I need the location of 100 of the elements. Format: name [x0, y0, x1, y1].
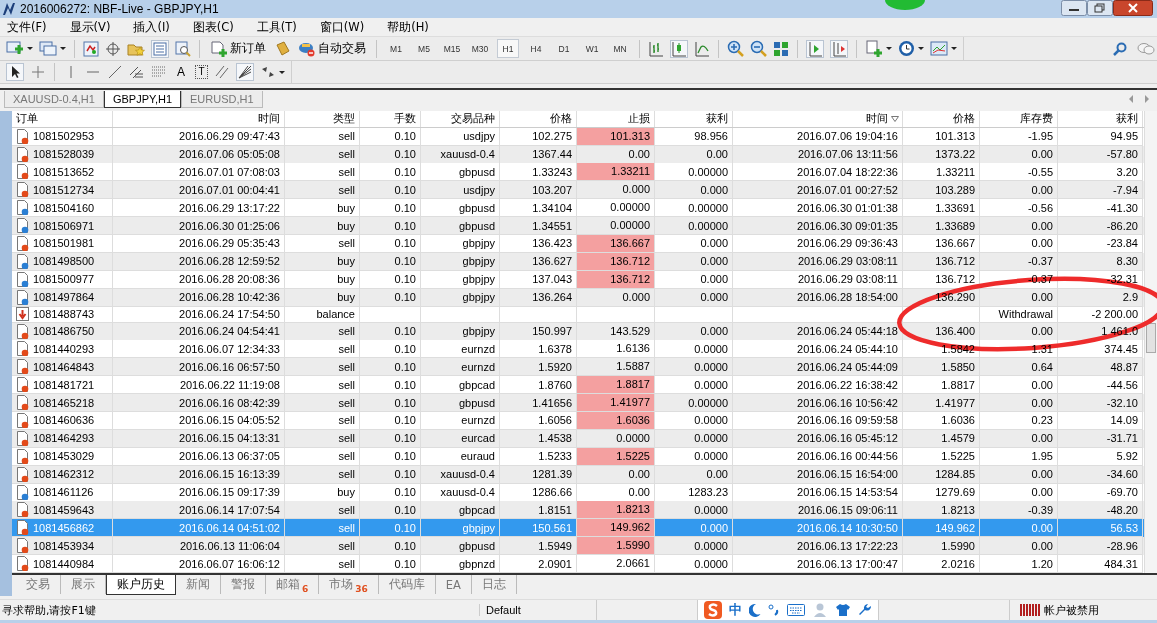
- timeframe-button[interactable]: M30: [469, 39, 491, 58]
- scroll-left-icon[interactable]: [1127, 94, 1135, 104]
- minimize-button[interactable]: [1061, 0, 1087, 16]
- caret-icon[interactable]: [27, 47, 33, 50]
- menu-item[interactable]: 插入(I): [130, 19, 178, 35]
- cursor-icon[interactable]: [6, 63, 24, 81]
- terminal-tab[interactable]: 警报: [221, 575, 266, 594]
- menu-item[interactable]: 图表(C): [189, 19, 242, 35]
- connection-status: 帐户被禁用: [1044, 602, 1099, 618]
- table-row[interactable]: 1081459643 2016.06.14 17:07:54 sell 0.10 gbpcad 1.8151 1.8213 0.0000 2016.06.15 09:06:11 1.8213 -0.39 -48.20: [12, 501, 1144, 520]
- equidistant-lines-icon[interactable]: [129, 64, 145, 80]
- terminal-tab[interactable]: EA: [435, 575, 472, 594]
- clock-icon[interactable]: [898, 40, 915, 57]
- column-header[interactable]: 价格: [500, 111, 577, 127]
- search-icon[interactable]: [1113, 41, 1127, 56]
- text-label-tool[interactable]: T: [195, 65, 208, 79]
- tag-icon[interactable]: [274, 40, 290, 57]
- candlestick-icon[interactable]: [670, 39, 688, 58]
- column-header[interactable]: 时间: [113, 111, 285, 127]
- timeframe-button[interactable]: M15: [441, 39, 463, 58]
- menu-item[interactable]: 帮助(H): [384, 19, 437, 35]
- table-row[interactable]: 1081453934 2016.06.13 11:06:04 sell 0.10 gbpusd 1.5949 1.5990 0.0000 2016.06.13 17:22:23 1.5990 0.00 -28.96: [12, 537, 1144, 556]
- table-row[interactable]: 1081456862 2016.06.14 04:51:02 sell 0.10 gbpjpy 150.561 149.962 0.000 2016.06.14 10:30:50 149.962 0.00 56.53: [12, 519, 1144, 538]
- menu-item[interactable]: 工具(T): [253, 19, 305, 35]
- timeframe-button[interactable]: D1: [553, 39, 575, 58]
- menu-item[interactable]: 文件(F): [4, 19, 55, 35]
- table-cell: 136.627: [532, 255, 572, 268]
- auto-trading-button[interactable]: 自动交易: [296, 38, 368, 59]
- terminal-tab[interactable]: 日志: [471, 575, 517, 594]
- chart-tab[interactable]: XAUUSD-0.4,H1: [4, 91, 104, 108]
- scrollbar[interactable]: [1144, 111, 1157, 573]
- magnifier-icon[interactable]: [175, 40, 191, 57]
- column-header[interactable]: 获利: [655, 111, 733, 127]
- column-header[interactable]: 订单: [12, 111, 113, 127]
- table-cell: gbpusd: [458, 396, 495, 409]
- market-watch-icon[interactable]: [83, 40, 99, 57]
- timeframe-button[interactable]: M5: [413, 39, 435, 58]
- column-header[interactable]: 止损: [577, 111, 655, 127]
- column-header[interactable]: 时间: [733, 111, 903, 127]
- zoom-in-icon[interactable]: [727, 40, 744, 57]
- punctuation-icon[interactable]: [768, 603, 780, 617]
- shirt-icon[interactable]: [835, 603, 851, 617]
- timeframe-button[interactable]: W1: [581, 39, 603, 58]
- arrows-icon[interactable]: [260, 65, 276, 79]
- chart-tab[interactable]: GBPJPY,H1: [103, 91, 182, 108]
- column-header[interactable]: 交易品种: [421, 111, 500, 127]
- terminal-tab[interactable]: 账户历史: [106, 575, 176, 595]
- table-row[interactable]: 1081464843 2016.06.16 06:57:50 sell 0.10 eurnzd 1.5920 1.5887 0.0000 2016.06.24 05:44:09 1.5850 0.64 48.87: [12, 358, 1144, 377]
- bar-chart-icon[interactable]: [648, 40, 664, 57]
- terminal-tab[interactable]: 新闻: [176, 575, 221, 594]
- wrench-icon[interactable]: [858, 603, 872, 617]
- table-row[interactable]: 1081465218 2016.06.16 08:42:39 sell 0.10 gbpusd 1.41656 1.41977 0.00000 2016.06.16 10:56:42 1.41977 0.00 -32.10: [12, 394, 1144, 412]
- gann-fan-icon[interactable]: [236, 63, 254, 81]
- table-cell: 1081498500: [33, 255, 95, 268]
- timeframe-button[interactable]: H1: [497, 39, 519, 58]
- caret-icon[interactable]: [951, 47, 957, 50]
- table-cell: 56.53: [1110, 521, 1138, 534]
- chat-icon[interactable]: [1137, 41, 1155, 56]
- trend-line-icon[interactable]: [107, 64, 123, 80]
- keyboard-icon[interactable]: [787, 604, 805, 616]
- input-mode-toggle[interactable]: 中: [729, 601, 742, 619]
- column-header[interactable]: 获利: [1058, 111, 1143, 127]
- column-header[interactable]: 库存费: [980, 111, 1058, 127]
- caret-icon[interactable]: [918, 47, 924, 50]
- menu-item[interactable]: 显示(V): [66, 19, 119, 35]
- moon-icon[interactable]: [749, 603, 761, 617]
- table-cell: 2016.06.22 16:38:42: [797, 378, 898, 391]
- column-header[interactable]: 价格: [903, 111, 980, 127]
- caret-icon[interactable]: [60, 47, 66, 50]
- chart-shift-icon[interactable]: [806, 39, 824, 58]
- auto-scroll-icon[interactable]: [830, 39, 848, 58]
- table-cell: 2016.06.14 10:30:50: [797, 521, 898, 534]
- close-button[interactable]: [1113, 0, 1153, 16]
- caret-icon[interactable]: [886, 47, 892, 50]
- crosshair-icon[interactable]: [105, 40, 121, 57]
- tile-windows-icon[interactable]: [773, 40, 789, 57]
- table-cell-text: 143.529: [609, 323, 651, 339]
- timeframe-button[interactable]: M1: [385, 39, 407, 58]
- scroll-thumb[interactable]: [1146, 323, 1156, 353]
- line-chart-icon[interactable]: [694, 40, 710, 57]
- terminal-tab[interactable]: 交易: [16, 575, 61, 594]
- menu-item[interactable]: 窗口(W): [316, 19, 373, 35]
- table-cell-text: 0.000: [621, 182, 651, 198]
- chart-tab[interactable]: EURUSD,H1: [181, 91, 263, 108]
- sogou-logo-icon[interactable]: [704, 601, 722, 619]
- table-cell: buy: [337, 255, 355, 268]
- table-row[interactable]: 1081506971 2016.06.30 01:25:06 buy 0.10 gbpusd 1.34551 0.00000 0.00000 2016.06.30 09:01:35 1.33689 0.00 -86.20: [12, 217, 1144, 235]
- caret-icon[interactable]: [279, 70, 285, 74]
- zoom-out-icon[interactable]: [750, 40, 767, 57]
- channel-icon[interactable]: [214, 64, 230, 80]
- column-header[interactable]: 类型: [285, 111, 360, 127]
- column-header[interactable]: 手数: [360, 111, 421, 127]
- terminal-tab[interactable]: 代码库: [378, 575, 436, 594]
- table-row[interactable]: 1081512734 2016.07.01 00:04:41 sell 0.10 usdjpy 103.207 0.000 0.000 2016.07.01 00:27:52 103.289 0.00 -7.94: [12, 181, 1144, 200]
- restore-button[interactable]: [1087, 0, 1113, 16]
- text-tool[interactable]: A: [173, 65, 189, 79]
- timeframe-button[interactable]: MN: [609, 39, 631, 58]
- scroll-right-icon[interactable]: [1143, 94, 1151, 104]
- new-order-button[interactable]: 新订单: [208, 38, 268, 59]
- timeframe-button[interactable]: H4: [525, 39, 547, 58]
